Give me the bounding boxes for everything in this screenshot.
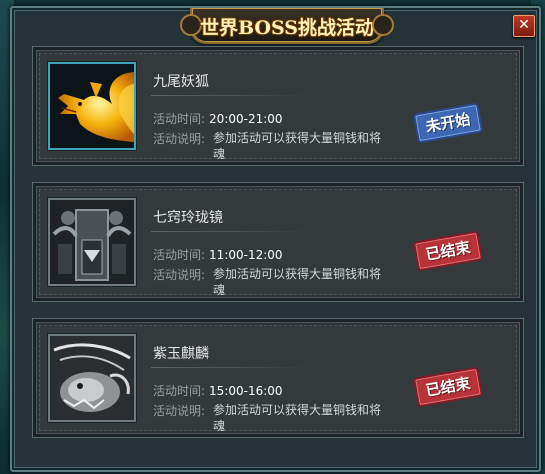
desc-label: 活动说明: (153, 404, 206, 418)
activity-description: 参加活动可以获得大量铜钱和将魂 (213, 403, 382, 433)
activity-time: 20:00-21:00 (209, 112, 283, 126)
desc-row: 活动说明: (153, 266, 205, 283)
activity-description: 参加活动可以获得大量铜钱和将魂 (213, 131, 382, 161)
activity-description: 参加活动可以获得大量铜钱和将魂 (213, 267, 382, 297)
name-divider (151, 367, 321, 368)
time-label: 活动时间: (153, 248, 206, 262)
desc-label: 活动说明: (153, 268, 206, 282)
boss-panel-1: 九尾妖狐 活动时间: 20:00-21:00 活动说明: 参加活动可以获得大量铜钱… (32, 46, 524, 166)
time-row: 活动时间: 20:00-21:00 (153, 110, 283, 127)
boss-name: 七窍玲珑镜 (153, 210, 223, 226)
world-boss-window: 世界BOSS挑战活动 ✕ 九尾妖狐 活动时间: 20:00-21:00 活动说明… (10, 6, 541, 472)
nine-tailed-fox-icon[interactable] (48, 62, 136, 150)
boss-name: 九尾妖狐 (153, 74, 209, 90)
name-divider (151, 231, 321, 232)
activity-time: 15:00-16:00 (209, 384, 283, 398)
close-button[interactable]: ✕ (513, 15, 535, 37)
qilin-icon[interactable] (48, 334, 136, 422)
mirror-icon[interactable] (48, 198, 136, 286)
desc-label: 活动说明: (153, 132, 206, 146)
boss-panel-2: 七窍玲珑镜 活动时间: 11:00-12:00 活动说明: 参加活动可以获得大量铜… (32, 182, 524, 302)
activity-time: 11:00-12:00 (209, 248, 283, 262)
title-banner: 世界BOSS挑战活动 (180, 8, 394, 44)
desc-row: 活动说明: (153, 402, 205, 419)
time-label: 活动时间: (153, 112, 206, 126)
window-title: 世界BOSS挑战活动 (200, 17, 374, 39)
time-row: 活动时间: 15:00-16:00 (153, 382, 283, 399)
desc-row: 活动说明: (153, 130, 205, 147)
boss-name: 紫玉麒麟 (153, 346, 209, 362)
boss-panel-3: 紫玉麒麟 活动时间: 15:00-16:00 活动说明: 参加活动可以获得大量铜钱… (32, 318, 524, 438)
name-divider (151, 95, 321, 96)
time-row: 活动时间: 11:00-12:00 (153, 246, 283, 263)
time-label: 活动时间: (153, 384, 206, 398)
